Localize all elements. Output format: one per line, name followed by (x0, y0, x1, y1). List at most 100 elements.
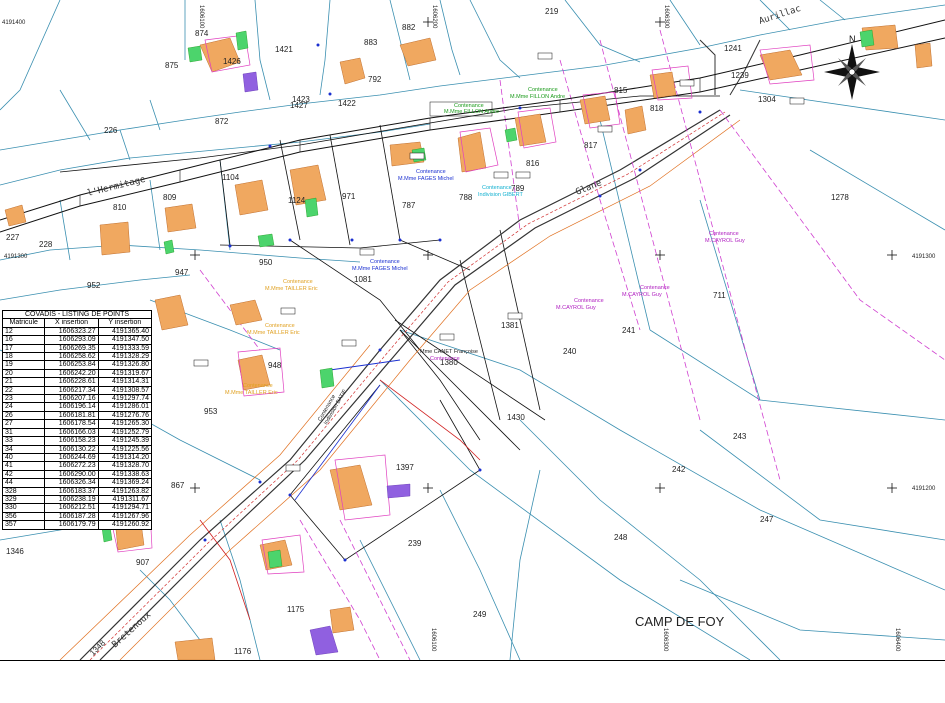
table-row: 18 1606258.62 4191328.29 (1, 352, 153, 362)
table-cell-matricule: 16 (1, 335, 46, 345)
svg-text:Contenance: Contenance (265, 323, 295, 329)
table-row: 27 1606178.54 4191265.30 (1, 419, 153, 429)
table-cell-x: 1606242.20 (44, 368, 99, 379)
table-cell-matricule: 44 (1, 478, 46, 488)
parcel-952: 952 (87, 281, 101, 290)
table-cell-y: 4191267.96 (97, 511, 153, 522)
svg-text:Contenance: Contenance (528, 87, 558, 93)
table-body: 12 1606323.27 4191365.40 16 1606293.09 419134… (1, 326, 153, 530)
coord-x-6: 1606400 (894, 628, 900, 652)
table-cell-x: 1606217.34 (44, 385, 99, 396)
parcel-883: 883 (364, 38, 378, 47)
table-cell-y: 4191326.80 (97, 360, 153, 370)
table-row: 42 1606290.00 4191338.63 (1, 469, 153, 480)
table-cell-matricule: 356 (1, 511, 46, 522)
svg-text:M.Mme TAILLER Eric: M.Mme TAILLER Eric (225, 390, 278, 396)
svg-text:M.CAYROL Guy: M.CAYROL Guy (622, 292, 662, 298)
coord-x-3: 1606300 (663, 5, 669, 29)
parcel-228: 228 (39, 240, 53, 249)
parcel-948: 948 (268, 361, 282, 370)
table-row: 356 1606187.28 4191267.96 (1, 511, 153, 522)
table-header-y: Y insertion (97, 318, 153, 328)
table-row: 26 1606181.81 4191276.76 (1, 410, 153, 421)
table-cell-x: 1606228.61 (44, 377, 99, 387)
table-cell-y: 4191328.29 (97, 352, 153, 362)
parcel-1176: 1176 (234, 647, 252, 656)
table-cell-y: 4191294.71 (97, 503, 153, 513)
table-cell-x: 1606253.84 (44, 360, 99, 370)
parcel-1346: 1346 (6, 547, 24, 556)
table-row: 33 1606158.23 4191245.39 (1, 436, 153, 446)
table-cell-matricule: 24 (1, 402, 46, 412)
parcel-1430: 1430 (507, 413, 525, 422)
parcel-219: 219 (545, 7, 559, 16)
table-cell-y: 4191263.82 (97, 486, 153, 496)
parcel-950: 950 (259, 258, 273, 267)
parcel-240: 240 (563, 347, 577, 356)
parcel-1397: 1397 (396, 463, 414, 472)
table-cell-x: 1606244.69 (44, 452, 99, 463)
parcel-882: 882 (402, 23, 416, 32)
table-cell-y: 4191286.01 (97, 402, 153, 412)
table-cell-matricule: 22 (1, 385, 46, 396)
svg-text:M.Mme FAGES Michel: M.Mme FAGES Michel (398, 176, 454, 182)
table-cell-x: 1606196.14 (44, 402, 99, 412)
parcel-711: 711 (713, 291, 726, 300)
cadastral-map[interactable]: N 4191400 4191300 4191300 4191200 160610… (0, 0, 945, 661)
table-row: 22 1606217.34 4191308.57 (1, 385, 153, 396)
table-cell-y: 4191338.63 (97, 469, 153, 480)
parcel-1426: 1426 (223, 57, 241, 66)
parcel-907: 907 (136, 558, 150, 567)
table-cell-matricule: 33 (1, 436, 46, 446)
svg-text:Contenance: Contenance (430, 356, 460, 362)
coord-y-mid: 4191300 (4, 254, 28, 260)
coord-x-5: 1606300 (662, 628, 668, 652)
table-row: 17 1606269.35 4191333.59 (1, 343, 153, 354)
svg-text:Contenance: Contenance (283, 279, 313, 285)
table-cell-matricule: 20 (1, 368, 46, 379)
table-row: 31 1606166.03 4191252.79 (1, 427, 153, 438)
table-row: 357 1606179.79 4191260.92 (1, 520, 153, 530)
table-cell-matricule: 26 (1, 410, 46, 421)
parcel-1427: 1427 (290, 101, 308, 110)
parcel-875: 875 (165, 61, 179, 70)
table-header-matricule: Matricule (1, 318, 46, 328)
svg-text:Contenance: Contenance (416, 169, 446, 175)
points-listing-table: COVADIS - LISTING DE POINTS Matricule X … (1, 309, 153, 530)
parcel-226: 226 (104, 126, 118, 135)
table-cell-x: 1606207.16 (44, 394, 99, 404)
parcel-1381: 1381 (501, 321, 519, 330)
table-row: 329 1606238.19 4191311.67 (1, 494, 153, 505)
table-cell-y: 4191369.24 (97, 478, 153, 488)
table-cell-matricule: 21 (1, 377, 46, 387)
parcel-241: 241 (622, 326, 636, 335)
parcel-816: 816 (526, 159, 540, 168)
coord-x-4: 1606100 (430, 628, 436, 652)
parcel-809: 809 (163, 193, 177, 202)
table-cell-x: 1606212.51 (44, 503, 99, 513)
parcel-239: 239 (408, 539, 422, 548)
table-row: 21 1606228.61 4191314.31 (1, 377, 153, 387)
table-cell-matricule: 23 (1, 394, 46, 404)
table-cell-x: 1606272.23 (44, 461, 99, 471)
table-cell-x: 1606183.37 (44, 486, 99, 496)
parcel-1278: 1278 (831, 193, 849, 202)
parcel-248: 248 (614, 533, 628, 542)
table-cell-x: 1606258.62 (44, 352, 99, 362)
table-cell-x: 1606166.03 (44, 427, 99, 438)
table-cell-matricule: 27 (1, 419, 46, 429)
parcel-787: 787 (402, 201, 416, 210)
svg-text:Contenance: Contenance (574, 298, 604, 304)
table-cell-matricule: 42 (1, 469, 46, 480)
table-row: 330 1606212.51 4191294.71 (1, 503, 153, 513)
svg-text:M.Mme FILLON Andre: M.Mme FILLON Andre (510, 94, 565, 100)
north-label: N (849, 34, 856, 44)
table-cell-x: 1606238.19 (44, 494, 99, 505)
parcel-243: 243 (733, 432, 747, 441)
table-row: 40 1606244.69 4191314.20 (1, 452, 153, 463)
table-cell-matricule: 12 (1, 326, 46, 337)
parcel-872: 872 (215, 117, 229, 126)
parcel-227: 227 (6, 233, 20, 242)
parcel-1304: 1304 (758, 95, 776, 104)
table-cell-y: 4191265.30 (97, 419, 153, 429)
